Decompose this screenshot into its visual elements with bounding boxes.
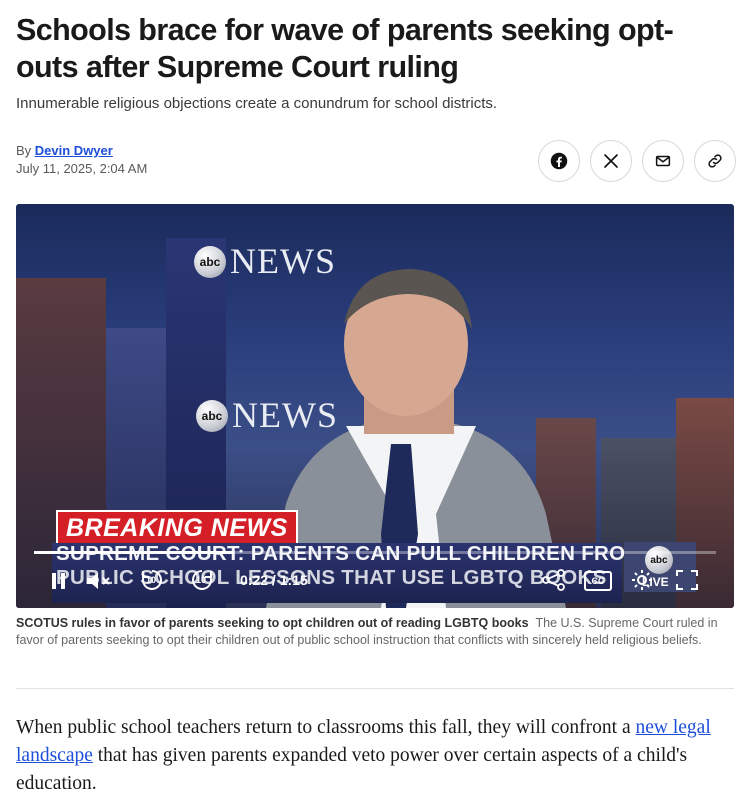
email-icon bbox=[655, 155, 671, 167]
publish-date: July 11, 2025, 2:04 AM bbox=[16, 161, 148, 176]
byline: By Devin Dwyer bbox=[16, 143, 113, 158]
breaking-news-banner: BREAKING NEWS bbox=[56, 510, 298, 546]
share-icon bbox=[542, 569, 565, 591]
ticker-line-1: SUPREME COURT: PARENTS CAN PULL CHILDREN… bbox=[56, 542, 643, 565]
progress-bar[interactable] bbox=[34, 551, 716, 554]
pause-button[interactable] bbox=[50, 572, 68, 590]
progress-fill bbox=[34, 551, 234, 554]
rewind-seconds-label: 10 bbox=[146, 575, 157, 585]
share-email-button[interactable] bbox=[642, 140, 684, 182]
share-x-button[interactable] bbox=[590, 140, 632, 182]
x-icon bbox=[604, 154, 618, 168]
video-player[interactable]: abc NEWS abc NEWS BREAKING NEWS SUPREME … bbox=[16, 204, 734, 608]
caption-title: SCOTUS rules in favor of parents seeking… bbox=[16, 616, 529, 630]
gear-icon bbox=[632, 570, 652, 590]
pause-icon bbox=[52, 573, 65, 589]
volume-muted-icon bbox=[87, 573, 110, 589]
share-facebook-button[interactable] bbox=[538, 140, 580, 182]
byline-prefix: By bbox=[16, 143, 32, 158]
paragraph-text-end: that has given parents expanded veto pow… bbox=[16, 745, 688, 794]
author-link[interactable]: Devin Dwyer bbox=[35, 143, 113, 158]
article-paragraph: When public school teachers return to cl… bbox=[16, 714, 734, 798]
time-separator: / bbox=[268, 572, 280, 588]
abc-logo: abc bbox=[194, 246, 226, 278]
closed-captions-button[interactable]: CC bbox=[584, 571, 612, 591]
link-icon bbox=[708, 154, 722, 168]
settings-button[interactable] bbox=[630, 568, 654, 592]
headline: Schools brace for wave of parents seekin… bbox=[16, 13, 674, 84]
divider bbox=[16, 688, 734, 689]
forward-seconds-label: 10 bbox=[196, 575, 207, 585]
subheadline: Innumerable religious objections create … bbox=[16, 95, 498, 112]
abc-logo: abc bbox=[196, 400, 228, 432]
time-display: 0:22 / 1:15 bbox=[240, 572, 308, 588]
video-caption: SCOTUS rules in favor of parents seeking… bbox=[16, 615, 734, 649]
fullscreen-icon bbox=[676, 570, 698, 590]
share-video-button[interactable] bbox=[542, 569, 566, 591]
fullscreen-button[interactable] bbox=[676, 570, 698, 590]
facebook-icon bbox=[550, 152, 568, 170]
duration: 1:15 bbox=[279, 572, 308, 588]
ticker-line-2: PUBLIC SCHOOL LESSONS THAT USE LGBTQ BOO… bbox=[56, 566, 607, 589]
share-link-button[interactable] bbox=[694, 140, 736, 182]
forward-10-button[interactable]: 10 bbox=[190, 568, 214, 592]
paragraph-text-start: When public school teachers return to cl… bbox=[16, 717, 636, 738]
mute-button[interactable] bbox=[86, 572, 114, 590]
current-time: 0:22 bbox=[240, 572, 269, 588]
rewind-10-button[interactable]: 10 bbox=[140, 568, 164, 592]
